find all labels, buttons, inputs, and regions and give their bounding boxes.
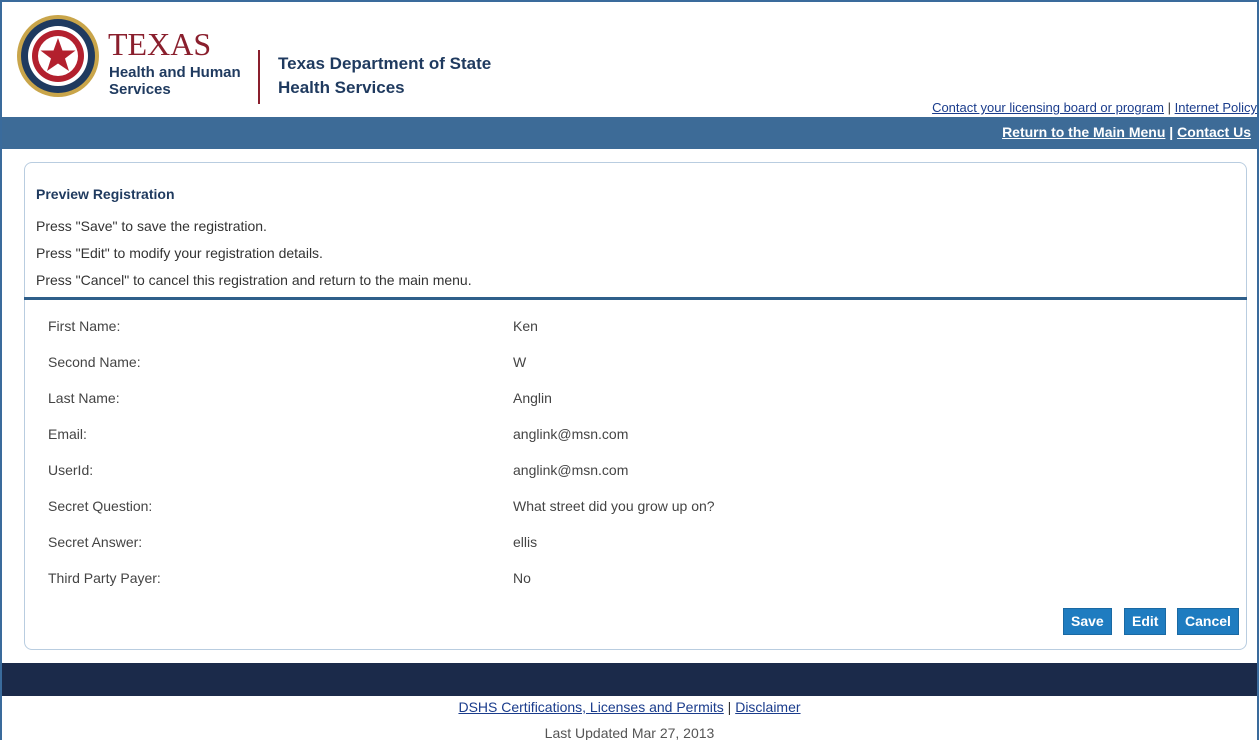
agency-name-line2: Health Services: [278, 78, 405, 97]
detail-row-second-name: Second Name: W: [25, 345, 1246, 381]
disclaimer-link[interactable]: Disclaimer: [735, 699, 800, 715]
top-links-separator: |: [1164, 100, 1175, 115]
preview-registration-panel: Preview Registration Press "Save" to sav…: [24, 162, 1247, 650]
last-updated: Last Updated Mar 27, 2013: [544, 725, 715, 740]
nav-links: Return to the Main Menu | Contact Us: [1002, 124, 1251, 140]
internet-policy-link[interactable]: Internet Policy: [1175, 100, 1257, 115]
detail-label: Secret Answer:: [48, 534, 143, 550]
logo-hhs-line1: Health and Human: [109, 64, 241, 81]
registration-details: First Name: Ken Second Name: W Last Name…: [25, 309, 1246, 597]
page-frame: TEXAS Health and Human Services Texas De…: [0, 0, 1259, 740]
nav-links-separator: |: [1165, 124, 1178, 140]
certifications-link[interactable]: DSHS Certifications, Licenses and Permit…: [458, 699, 723, 715]
detail-row-first-name: First Name: Ken: [25, 309, 1246, 345]
main-menu-link[interactable]: Return to the Main Menu: [1002, 124, 1165, 140]
detail-label: UserId:: [48, 462, 94, 478]
instruction-cancel: Press "Cancel" to cancel this registrati…: [36, 272, 472, 288]
save-button[interactable]: Save: [1063, 608, 1112, 635]
top-links: Contact your licensing board or program …: [932, 100, 1257, 115]
detail-value: anglink@msn.com: [513, 462, 629, 478]
footer-bar: [2, 663, 1257, 696]
detail-label: Secret Question:: [48, 498, 153, 514]
panel-title: Preview Registration: [36, 186, 175, 202]
detail-value: anglink@msn.com: [513, 426, 629, 442]
logo-hhs-line2: Services: [109, 81, 171, 98]
detail-value: ellis: [513, 534, 538, 550]
edit-button[interactable]: Edit: [1124, 608, 1167, 635]
licensing-board-link[interactable]: Contact your licensing board or program: [932, 100, 1164, 115]
detail-row-third-party-payer: Third Party Payer: No: [25, 561, 1246, 597]
detail-value: Ken: [513, 318, 538, 334]
header: TEXAS Health and Human Services Texas De…: [2, 2, 1257, 117]
cancel-button[interactable]: Cancel: [1177, 608, 1239, 635]
detail-label: Third Party Payer:: [48, 570, 161, 586]
detail-row-email: Email: anglink@msn.com: [25, 417, 1246, 453]
detail-value: No: [513, 570, 531, 586]
detail-label: Second Name:: [48, 354, 141, 370]
nav-bar: Return to the Main Menu | Contact Us: [2, 117, 1257, 149]
agency-name-line1: Texas Department of State: [278, 54, 492, 73]
panel-separator: [24, 297, 1247, 300]
detail-row-secret-question: Secret Question: What street did you gro…: [25, 489, 1246, 525]
detail-value: What street did you grow up on?: [513, 498, 715, 514]
detail-value: Anglin: [513, 390, 552, 406]
logo-texas-text: TEXAS: [108, 26, 212, 62]
detail-row-userid: UserId: anglink@msn.com: [25, 453, 1246, 489]
instruction-save: Press "Save" to save the registration.: [36, 218, 267, 234]
footer-links-separator: |: [723, 699, 736, 715]
detail-label: First Name:: [48, 318, 121, 334]
logo-divider: [258, 50, 260, 104]
texas-hhs-seal-icon: [17, 15, 99, 97]
detail-label: Email:: [48, 426, 87, 442]
instruction-edit: Press "Edit" to modify your registration…: [36, 245, 323, 261]
detail-value: W: [513, 354, 527, 370]
contact-us-link[interactable]: Contact Us: [1177, 124, 1251, 140]
detail-row-last-name: Last Name: Anglin: [25, 381, 1246, 417]
detail-label: Last Name:: [48, 390, 120, 406]
detail-row-secret-answer: Secret Answer: ellis: [25, 525, 1246, 561]
footer-links: DSHS Certifications, Licenses and Permit…: [2, 699, 1257, 715]
